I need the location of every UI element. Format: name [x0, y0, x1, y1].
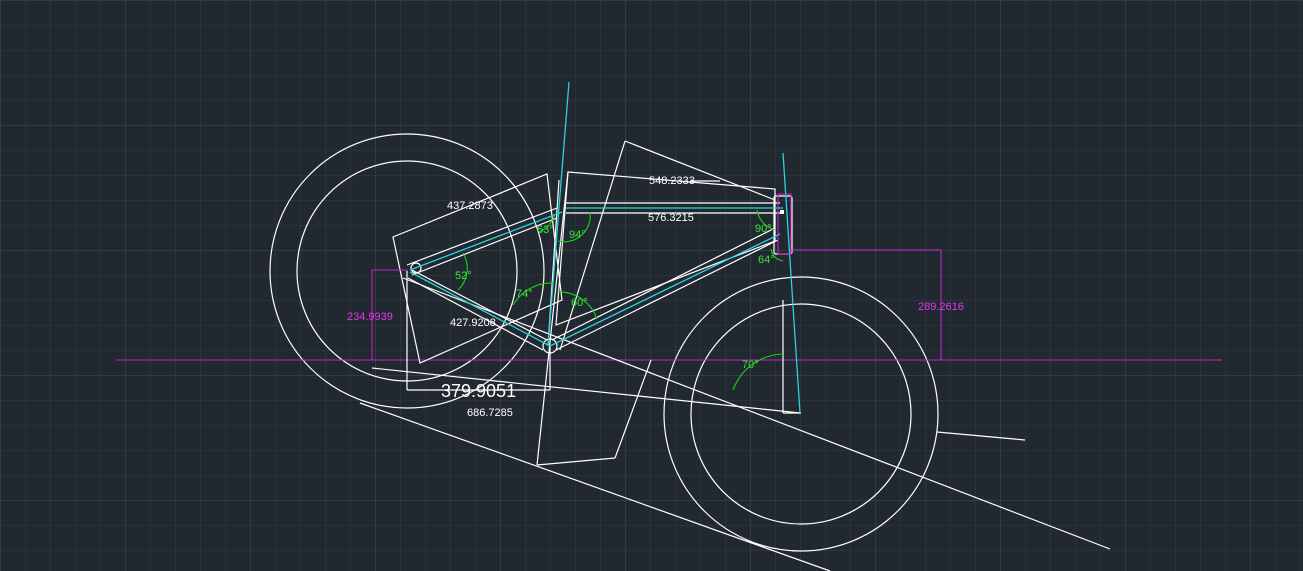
angle-bb-left: 74° — [516, 288, 533, 300]
steering-axis — [782, 152, 801, 414]
head-tube-marker — [780, 210, 784, 214]
angle-rear-triangle: 52° — [455, 270, 472, 282]
front-construction-box — [555, 171, 776, 326]
chain-stay-centerline — [409, 271, 551, 347]
angle-bb-right: 60° — [571, 297, 588, 309]
dim-top-tube-lower: 576.3215 — [648, 212, 694, 224]
seat-stay-upper — [406, 207, 558, 266]
angle-seat-top-right: 94° — [569, 229, 586, 241]
angle-head-bottom: 64° — [758, 254, 775, 266]
dim-bb-offset: 379.9051 — [441, 381, 516, 401]
dim-head-tube-height: 289.2616 — [918, 301, 964, 313]
dim-top-tube-upper: 548.2333 — [649, 175, 695, 187]
down-tube-upper — [551, 227, 776, 341]
angle-labels: 63° 94° 90° 64° 52° 74° 60° 70° — [455, 223, 775, 371]
angle-head-ground: 70° — [742, 359, 759, 371]
drawing-grid — [0, 0, 1303, 571]
dim-rear-axle-height: 234.9939 — [347, 311, 393, 323]
seat-stay-lower — [411, 217, 558, 276]
dim-seat-stay: 437.2873 — [447, 200, 493, 212]
lower-construction-line — [614, 359, 652, 459]
lower-diagonal-line — [359, 402, 831, 571]
dim-chain-stay: 427.9208 — [450, 317, 496, 329]
angle-head-top: 90° — [755, 223, 772, 235]
cad-drawing-canvas[interactable]: 548.2333 576.3215 437.2873 427.9208 379.… — [0, 0, 1303, 571]
angle-seat-top: 63° — [537, 224, 554, 236]
dim-wheelbase-segment: 686.7285 — [467, 407, 513, 419]
chain-stay-upper — [411, 269, 548, 341]
linear-dimension-labels: 234.9939 289.2616 — [347, 301, 964, 323]
